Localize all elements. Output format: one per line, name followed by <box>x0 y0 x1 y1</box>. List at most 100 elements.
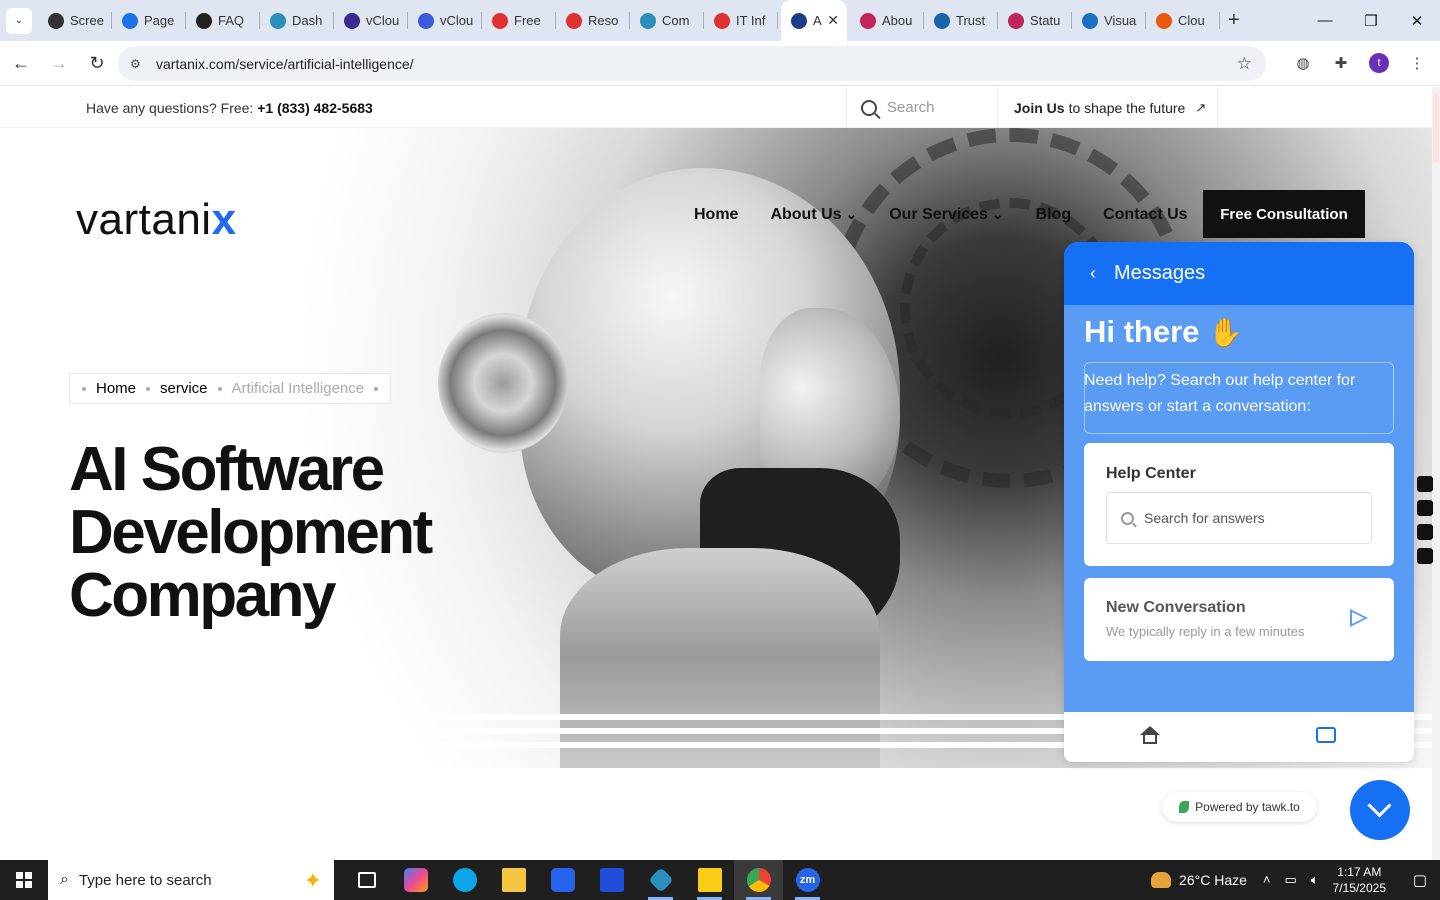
nav-home[interactable]: Home <box>694 206 738 224</box>
close-window-button[interactable]: ✕ <box>1394 0 1440 41</box>
community-icon <box>640 12 656 29</box>
volume-icon[interactable]: 🔈︎ <box>1311 872 1319 888</box>
browser-tab[interactable]: IT Inf <box>704 0 778 41</box>
about-icon <box>860 12 876 29</box>
breadcrumb-home[interactable]: Home <box>96 380 136 397</box>
browser-tab[interactable]: Free <box>482 0 556 41</box>
sticky-notes-icon[interactable] <box>685 860 734 900</box>
tab-search-button[interactable]: ⌄ <box>6 7 32 34</box>
site-info-icon[interactable]: ⚙ <box>130 57 150 71</box>
new-tab-button[interactable]: + <box>1228 9 1240 32</box>
video-icon[interactable] <box>1417 500 1433 516</box>
menu-icon[interactable]: ⋮ <box>1402 48 1432 78</box>
nav-about-us[interactable]: About Us <box>770 206 857 224</box>
scrollbar-thumb[interactable] <box>1433 93 1439 163</box>
notifications-icon[interactable]: ▢ <box>1400 860 1440 900</box>
close-tab-icon[interactable]: ✕ <box>827 12 839 29</box>
browser-tab[interactable]: Dash <box>260 0 334 41</box>
tab-label: Free <box>514 13 541 28</box>
tray-icons: ˄ ▭ 🔈︎ <box>1263 872 1319 888</box>
browser-tab[interactable]: Com <box>630 0 704 41</box>
tawk-leaf-icon <box>1179 801 1190 813</box>
free-consultation-button[interactable]: Free Consultation <box>1203 190 1365 238</box>
site-logo[interactable]: vartanix <box>76 195 237 245</box>
faq-icon <box>196 12 212 29</box>
chevron-left-icon[interactable]: ‹ <box>1090 263 1096 284</box>
file-explorer-icon[interactable] <box>489 860 538 900</box>
address-bar[interactable]: ⚙ vartanix.com/service/artificial-intell… <box>118 46 1266 81</box>
maximize-button[interactable]: ❐ <box>1348 0 1394 41</box>
start-button[interactable] <box>0 860 48 900</box>
tab-label: Visua <box>1104 13 1137 28</box>
browser-tab[interactable]: FAQ <box>186 0 260 41</box>
chat-greeting: Hi there ✋ <box>1084 314 1243 350</box>
breadcrumb-service[interactable]: service <box>160 380 208 397</box>
minimize-button[interactable]: — <box>1302 0 1348 41</box>
profile-button[interactable]: t <box>1364 48 1394 78</box>
cloud-icon <box>1156 12 1172 29</box>
taskbar-search[interactable]: ⌕ Type here to search ✦ <box>48 860 334 900</box>
nav-blog[interactable]: Blog <box>1036 206 1072 224</box>
page-title: AI Software Development Company <box>69 435 433 630</box>
app-icon[interactable] <box>636 860 685 900</box>
window-icon[interactable] <box>1417 524 1433 540</box>
browser-tab[interactable]: vClou <box>408 0 482 41</box>
nav-contact-us[interactable]: Contact Us <box>1103 206 1187 224</box>
join-us-text: to shape the future <box>1068 99 1186 116</box>
browser-tab[interactable]: Reso <box>556 0 630 41</box>
translate-icon[interactable]: ◍ <box>1288 48 1318 78</box>
gear-icon[interactable] <box>1417 548 1433 564</box>
powered-by-badge[interactable]: Powered by tawk.to <box>1162 792 1317 822</box>
network-icon[interactable]: ▭ <box>1285 872 1297 888</box>
reload-button[interactable]: ↻ <box>80 46 114 80</box>
messages-icon[interactable] <box>1316 727 1336 743</box>
mail-icon[interactable] <box>587 860 636 900</box>
toolbar-right: ◍ ✚ t ⋮ <box>1288 48 1432 78</box>
help-search-input[interactable]: Search for answers <box>1106 492 1372 544</box>
home-icon[interactable] <box>1140 726 1160 744</box>
browser-tab[interactable]: Clou <box>1146 0 1220 41</box>
site-search[interactable]: Search <box>846 87 998 128</box>
browser-tab[interactable]: Statu <box>998 0 1072 41</box>
browser-tab[interactable]: Page <box>112 0 186 41</box>
browser-tab[interactable]: Scree <box>38 0 112 41</box>
chat-footer <box>1064 712 1414 762</box>
phone-prefix: Have any questions? Free: <box>86 100 258 116</box>
store-icon[interactable] <box>538 860 587 900</box>
browser-tab[interactable]: vClou <box>334 0 408 41</box>
tab-label: Reso <box>588 13 619 28</box>
clock[interactable]: 1:17 AM 7/15/2025 <box>1333 864 1386 896</box>
browser-tab[interactable]: Abou <box>850 0 924 41</box>
vcloud-icon <box>344 12 360 29</box>
task-view-icon[interactable] <box>342 860 391 900</box>
join-us-bold: Join Us <box>1014 99 1065 116</box>
logo-text: vartani <box>76 195 212 244</box>
nav-our-services[interactable]: Our Services <box>889 206 1003 224</box>
tab-label: vClou <box>366 13 400 28</box>
back-button[interactable]: ← <box>4 46 38 80</box>
extensions-icon[interactable]: ✚ <box>1326 48 1356 78</box>
edge-icon[interactable] <box>440 860 489 900</box>
phone-number[interactable]: +1 (833) 482-5683 <box>257 100 373 116</box>
bookmark-star-icon[interactable]: ☆ <box>1237 54 1252 74</box>
chevron-up-icon[interactable]: ˄ <box>1263 872 1271 888</box>
weather-widget[interactable]: 26°C Haze <box>1151 872 1247 888</box>
forward-button[interactable]: → <box>42 46 76 80</box>
send-icon[interactable] <box>1350 609 1368 627</box>
browser-tab[interactable]: Visua <box>1072 0 1146 41</box>
url-text[interactable]: vartanix.com/service/artificial-intellig… <box>156 56 414 72</box>
chat-toggle-button[interactable] <box>1350 780 1410 840</box>
zoom-icon[interactable]: zm <box>783 860 832 900</box>
help-center-title: Help Center <box>1106 465 1196 482</box>
breadcrumb-dot <box>217 386 222 391</box>
camera-icon[interactable] <box>1417 476 1433 492</box>
copilot-icon[interactable] <box>391 860 440 900</box>
page-scrollbar[interactable] <box>1432 87 1440 860</box>
chrome-icon[interactable] <box>734 860 783 900</box>
tab-label: Dash <box>292 13 323 28</box>
browser-tab[interactable]: Trust <box>924 0 998 41</box>
join-us-link[interactable]: Join Us to shape the future ↗ <box>998 87 1218 128</box>
browser-tab[interactable]: A ✕ <box>781 0 847 41</box>
new-conversation-card[interactable]: New Conversation We typically reply in a… <box>1084 578 1394 661</box>
sparkle-icon: ✦ <box>303 868 322 893</box>
